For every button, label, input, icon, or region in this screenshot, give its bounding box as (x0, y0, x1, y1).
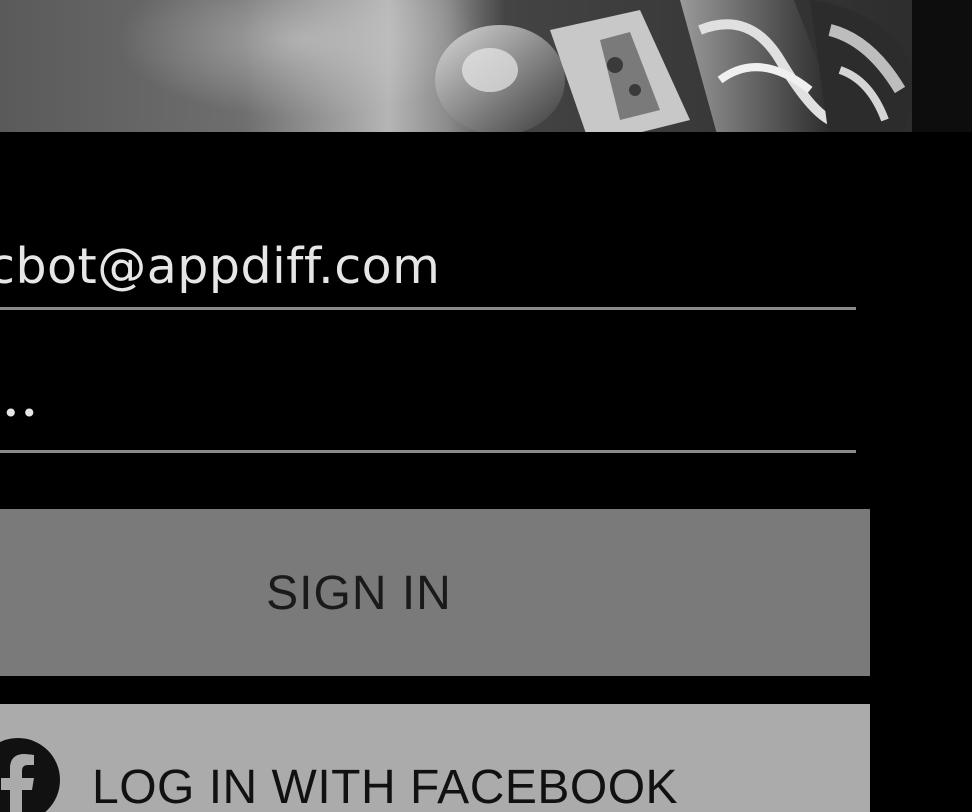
sign-in-button[interactable]: SIGN IN (0, 509, 870, 676)
email-field[interactable]: cbot@appdiff.com (0, 232, 856, 310)
password-field[interactable]: ••• (0, 380, 856, 453)
login-screen: cbot@appdiff.com ••• SIGN IN LOG IN WITH… (0, 0, 972, 812)
hero-image (0, 0, 972, 132)
email-value: cbot@appdiff.com (0, 238, 441, 295)
facebook-login-label: LOG IN WITH FACEBOOK (92, 761, 679, 812)
hero-edge (912, 0, 972, 132)
facebook-icon (0, 738, 60, 812)
password-value: ••• (0, 397, 40, 430)
facebook-login-button[interactable]: LOG IN WITH FACEBOOK (0, 704, 870, 812)
sign-in-label: SIGN IN (266, 567, 452, 620)
stuffed-toy-photo (435, 0, 920, 132)
